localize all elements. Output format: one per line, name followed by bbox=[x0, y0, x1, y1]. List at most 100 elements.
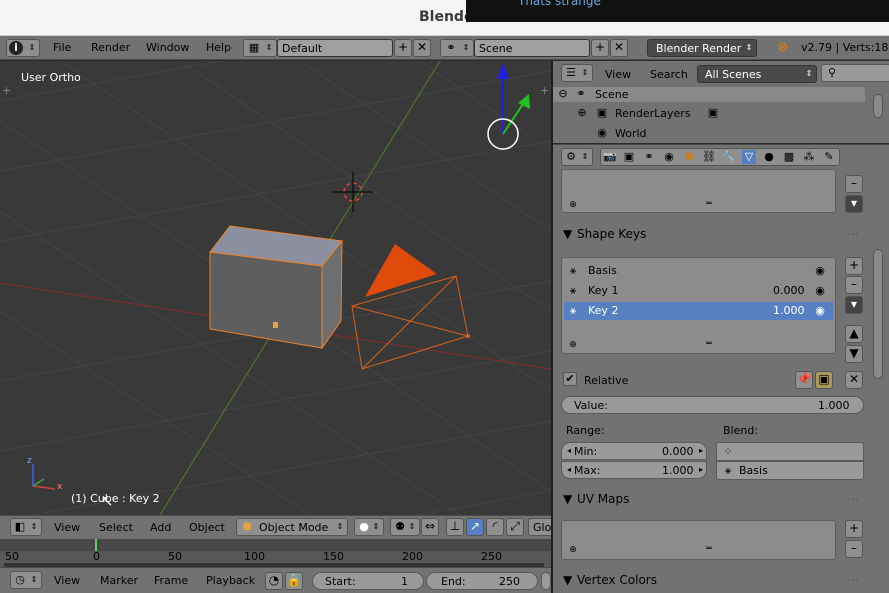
shape-keys-list[interactable]: ⚹ Basis ◉ ⚹ Key 1 0.000 ◉ ⚹ Key 2 1.000 … bbox=[561, 257, 836, 354]
properties-scrollbar[interactable] bbox=[873, 249, 883, 379]
lock-icon[interactable]: 🔒 bbox=[285, 572, 303, 590]
layout-browse-button[interactable]: ▦ ⇕ bbox=[243, 39, 277, 57]
drag-handle-icon[interactable]: ⋯ bbox=[847, 492, 859, 506]
eye-icon[interactable]: ◉ bbox=[813, 284, 827, 298]
object-tab-icon[interactable]: ⬢ bbox=[682, 150, 696, 164]
editor-type-button[interactable]: ⚙ ⇕ bbox=[561, 148, 593, 166]
drag-handle-icon[interactable]: ⋯ bbox=[847, 573, 859, 587]
menu-object[interactable]: Object bbox=[189, 521, 225, 534]
menu-view[interactable]: View bbox=[605, 68, 631, 81]
scene-tab-icon[interactable]: ⚭ bbox=[642, 150, 656, 164]
move-up-button[interactable]: ▲ bbox=[845, 325, 863, 343]
scene-browse-button[interactable]: ⚭ ⇕ bbox=[440, 39, 474, 57]
add-scene-button[interactable]: + bbox=[591, 39, 609, 57]
clear-weights-button[interactable]: ✕ bbox=[845, 371, 863, 389]
menu-marker[interactable]: Marker bbox=[100, 574, 138, 587]
increment-arrow-icon[interactable]: ▸ bbox=[694, 463, 708, 477]
mode-dropdown[interactable]: ⬢ Object Mode ⇕ bbox=[236, 518, 348, 536]
edit-mode-button[interactable]: ▣ bbox=[815, 371, 833, 389]
current-frame-marker[interactable] bbox=[95, 539, 97, 551]
render-engine-dropdown[interactable]: Blender Render ⇕ bbox=[647, 39, 757, 57]
min-field[interactable]: ◂ Min: 0.000 ▸ bbox=[561, 442, 707, 460]
shape-key-row-key2[interactable]: ⚹ Key 2 1.000 ◉ bbox=[564, 302, 833, 320]
rotate-button[interactable]: ◜ bbox=[486, 518, 504, 536]
eye-icon[interactable]: ◉ bbox=[813, 264, 827, 278]
grip-icon[interactable]: ═ bbox=[702, 542, 716, 556]
max-field[interactable]: ◂ Max: 1.000 ▸ bbox=[561, 461, 707, 479]
remove-shape-key-button[interactable]: – bbox=[845, 276, 863, 294]
outliner-scrollbar[interactable] bbox=[873, 94, 883, 118]
data-tab-icon[interactable]: ▽ bbox=[742, 150, 756, 164]
list-menu-button[interactable]: – bbox=[845, 175, 863, 193]
menu-search[interactable]: Search bbox=[650, 68, 688, 81]
tree-item-world[interactable]: ◉ World bbox=[553, 126, 865, 141]
increment-arrow-icon[interactable]: ▸ bbox=[694, 444, 708, 458]
menu-window[interactable]: Window bbox=[146, 41, 189, 54]
shape-key-value[interactable]: 1.000 bbox=[773, 304, 805, 317]
timeline-area[interactable]: 50 0 50 100 150 200 250 bbox=[0, 539, 551, 567]
viewport-canvas[interactable]: + + bbox=[0, 61, 551, 515]
value-slider[interactable]: Value: 1.000 bbox=[561, 396, 864, 414]
uv-maps-list[interactable]: ⊕ ═ bbox=[561, 520, 836, 560]
end-frame-field[interactable]: End: 250 bbox=[426, 572, 538, 590]
add-uv-map-button[interactable]: + bbox=[845, 520, 863, 538]
collapse-icon[interactable]: ⊖ bbox=[556, 87, 570, 101]
shading-dropdown[interactable]: ● ⇕ bbox=[354, 518, 384, 536]
menu-select[interactable]: Select bbox=[99, 521, 133, 534]
menu-frame[interactable]: Frame bbox=[154, 574, 188, 587]
resize-plus-icon[interactable]: ⊕ bbox=[566, 198, 580, 212]
cube-object[interactable] bbox=[209, 225, 343, 350]
physics-tab-icon[interactable]: ✎ bbox=[822, 150, 836, 164]
region-plus-icon[interactable]: + bbox=[540, 84, 549, 97]
expand-icon[interactable]: ⊕ bbox=[575, 106, 589, 120]
shape-key-value[interactable]: 0.000 bbox=[773, 284, 805, 297]
render-layers-tab-icon[interactable]: ▣ bbox=[622, 150, 636, 164]
start-frame-field[interactable]: Start: 1 bbox=[312, 572, 424, 590]
move-down-button[interactable]: ▼ bbox=[845, 345, 863, 363]
menu-file[interactable]: File bbox=[53, 41, 71, 54]
resize-plus-icon[interactable]: ⊕ bbox=[566, 338, 580, 352]
menu-view[interactable]: View bbox=[54, 521, 80, 534]
resize-plus-icon[interactable]: ⊕ bbox=[566, 543, 580, 557]
add-layout-button[interactable]: + bbox=[394, 39, 412, 57]
scale-button[interactable]: ⤢ bbox=[506, 518, 524, 536]
timeline-ruler[interactable] bbox=[0, 539, 551, 551]
pivot-center-button[interactable]: ⇔ bbox=[421, 518, 439, 536]
modifiers-tab-icon[interactable]: 🔧 bbox=[722, 150, 736, 164]
uv-maps-panel-header[interactable]: ▼ UV Maps ⋯ bbox=[559, 490, 877, 512]
manipulator-toggle-button[interactable]: ⊥ bbox=[446, 518, 464, 536]
constraints-tab-icon[interactable]: ⛓ bbox=[702, 150, 716, 164]
remove-layout-button[interactable]: ✕ bbox=[413, 39, 431, 57]
menu-help[interactable]: Help bbox=[206, 41, 231, 54]
render-tab-icon[interactable]: 📷 bbox=[603, 150, 617, 164]
drag-handle-icon[interactable]: ⋯ bbox=[847, 227, 859, 241]
3d-viewport[interactable]: + + User Ortho z x (1) Cube : Key 2 ↖ bbox=[0, 61, 551, 515]
world-tab-icon[interactable]: ◉ bbox=[662, 150, 676, 164]
current-frame-field[interactable] bbox=[541, 572, 551, 590]
region-plus-icon[interactable]: + bbox=[2, 84, 11, 97]
particles-tab-icon[interactable]: ⁂ bbox=[802, 150, 816, 164]
relative-checkbox[interactable]: ✔ bbox=[563, 372, 577, 386]
remove-scene-button[interactable]: ✕ bbox=[610, 39, 628, 57]
blend-key-field[interactable]: ⚹ Basis bbox=[716, 461, 864, 480]
grip-icon[interactable]: ═ bbox=[702, 337, 716, 351]
shape-keys-panel-header[interactable]: ▼ Shape Keys ⋯ bbox=[559, 225, 877, 247]
list-specials-button[interactable]: ▾ bbox=[845, 195, 863, 213]
pivot-dropdown[interactable]: ⚉ ⇕ bbox=[390, 518, 420, 536]
shape-key-row-key1[interactable]: ⚹ Key 1 0.000 ◉ bbox=[564, 282, 833, 300]
editor-type-button[interactable]: ☰ ⇕ bbox=[561, 64, 593, 82]
translate-button[interactable]: ↗ bbox=[466, 518, 484, 536]
menu-add[interactable]: Add bbox=[150, 521, 171, 534]
layout-name-field[interactable]: Default bbox=[277, 39, 393, 57]
remove-uv-map-button[interactable]: – bbox=[845, 540, 863, 558]
menu-playback[interactable]: Playback bbox=[206, 574, 255, 587]
editor-type-button[interactable]: ◷ ⇕ bbox=[10, 571, 42, 589]
add-shape-key-button[interactable]: + bbox=[845, 257, 863, 275]
tree-item-renderlayers[interactable]: ⊕ ▣ RenderLayers ▣ bbox=[553, 106, 865, 121]
editor-type-button[interactable]: ◧ ⇕ bbox=[10, 518, 42, 536]
texture-tab-icon[interactable]: ▩ bbox=[782, 150, 796, 164]
scene-name-field[interactable]: Scene bbox=[474, 39, 590, 57]
tree-item-scene[interactable]: ⊖ ⚭ Scene bbox=[553, 87, 865, 102]
vertex-groups-list[interactable]: ⊕ ═ bbox=[561, 169, 836, 213]
eye-icon[interactable]: ◉ bbox=[813, 304, 827, 318]
